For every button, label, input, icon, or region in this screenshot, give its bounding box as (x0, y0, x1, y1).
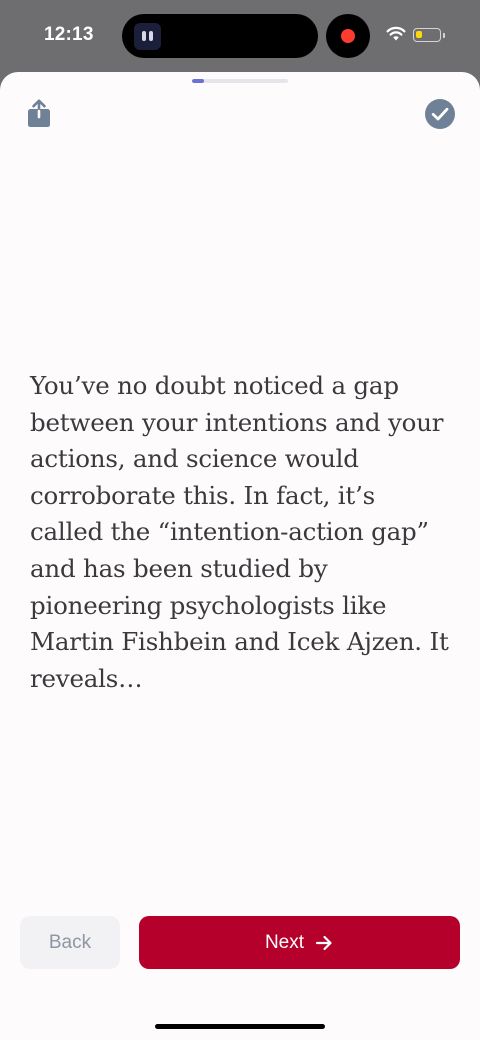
screen-recording-indicator[interactable] (326, 14, 370, 58)
share-icon (28, 99, 50, 127)
dynamic-island[interactable] (122, 14, 318, 58)
lesson-sheet: You’ve no doubt noticed a gap between yo… (0, 72, 480, 1040)
home-indicator (155, 1024, 325, 1029)
status-bar: 12:13 (0, 0, 480, 72)
battery-level (416, 31, 422, 38)
done-button[interactable] (424, 98, 456, 130)
progress-fill (192, 79, 204, 83)
battery-nub (443, 33, 445, 38)
lesson-body-text: You’ve no doubt noticed a gap between yo… (30, 371, 449, 693)
wifi-icon (386, 26, 406, 41)
now-playing-thumbnail (134, 23, 161, 50)
checkmark-circle-icon (425, 99, 455, 129)
status-time: 12:13 (44, 24, 94, 45)
progress-bar (192, 79, 288, 83)
back-button-label: Back (48, 931, 92, 953)
record-indicator-icon (341, 29, 355, 43)
battery-icon (413, 28, 441, 42)
next-button-label: Next (264, 931, 305, 953)
arrow-right-icon (315, 935, 332, 950)
next-button[interactable]: Next (139, 916, 460, 969)
back-button[interactable]: Back (20, 916, 120, 969)
share-button[interactable] (24, 98, 54, 130)
